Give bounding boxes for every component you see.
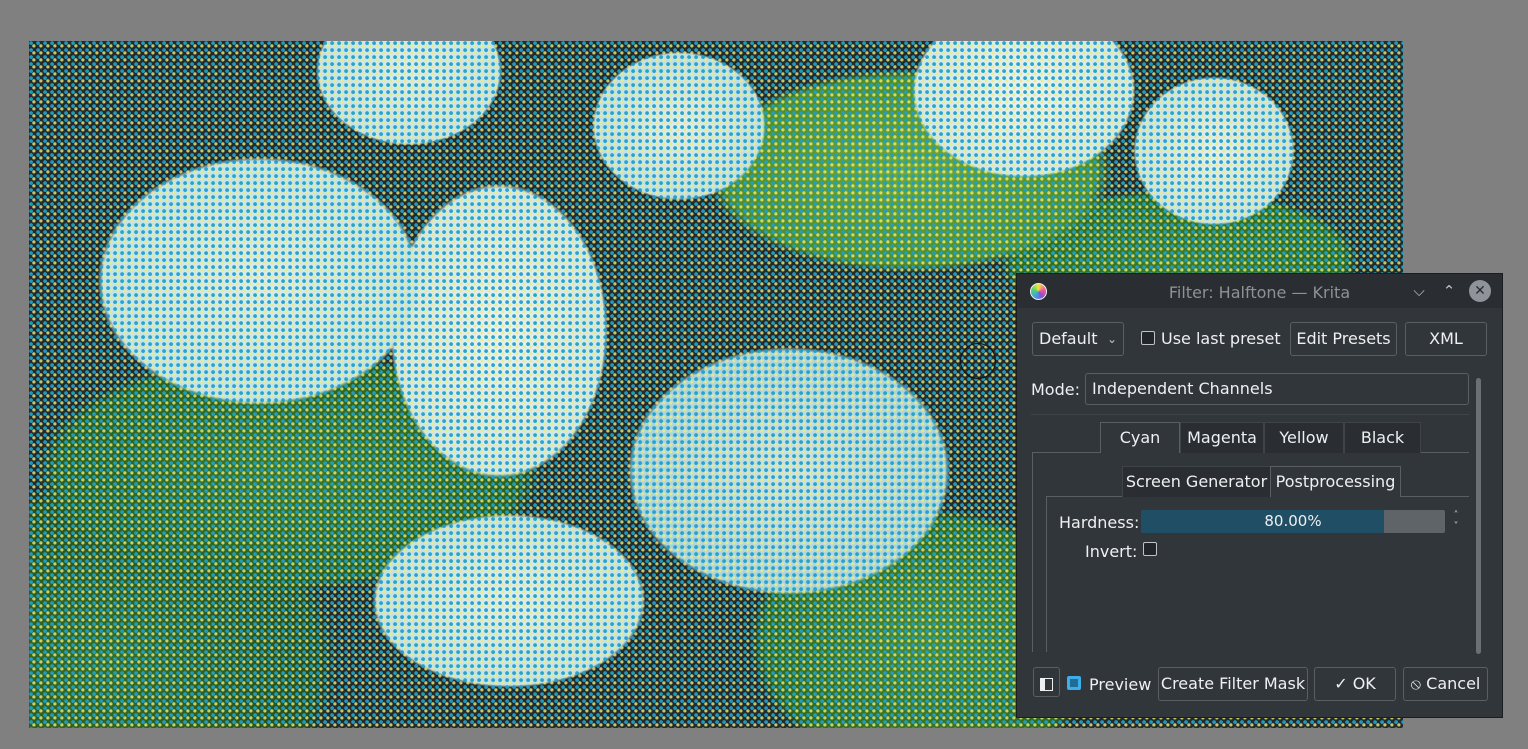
minimize-button[interactable]: ⌵ [1408,280,1430,302]
xml-button[interactable]: XML [1405,322,1487,356]
brush-cursor-icon [960,343,996,379]
hardness-label: Hardness: [1059,513,1140,532]
edit-presets-button[interactable]: Edit Presets [1290,322,1397,356]
chevron-down-icon: ⌄ [1106,332,1117,346]
create-filter-mask-button[interactable]: Create Filter Mask [1158,667,1308,701]
hardness-slider[interactable]: 80.00% [1141,510,1445,533]
panel-toggle-icon [1040,678,1053,691]
cancel-button[interactable]: ⦸ Cancel [1403,667,1488,701]
tab-screen-generator[interactable]: Screen Generator [1122,466,1271,497]
mode-label: Mode: [1031,380,1080,399]
use-last-preset-label[interactable]: Use last preset [1161,329,1281,348]
use-last-preset-checkbox[interactable] [1141,331,1155,345]
cancel-label: Cancel [1426,674,1481,693]
hardness-spin-arrows-icon[interactable]: ˄ ˅ [1449,510,1463,533]
preset-selected-value: Default [1039,329,1098,348]
mode-dropdown[interactable]: Independent Channels [1085,373,1469,405]
tab-cyan[interactable]: Cyan [1100,422,1180,453]
cancel-icon: ⦸ [1410,674,1422,693]
invert-label: Invert: [1085,542,1138,561]
tab-magenta[interactable]: Magenta [1180,422,1264,453]
preview-label[interactable]: Preview [1089,675,1151,694]
invert-checkbox[interactable] [1143,542,1157,556]
hardness-value: 80.00% [1264,512,1322,530]
ok-label: OK [1352,674,1376,693]
check-icon: ✓ [1334,674,1348,693]
dialog-titlebar[interactable]: Filter: Halftone — Krita ⌵ ⌃ ✕ [1017,274,1502,308]
sidebar-toggle-button[interactable] [1033,667,1060,697]
filter-dialog: Filter: Halftone — Krita ⌵ ⌃ ✕ Default ⌄… [1016,273,1503,718]
tab-postprocessing[interactable]: Postprocessing [1270,466,1401,497]
maximize-button[interactable]: ⌃ [1438,280,1460,302]
preview-checkbox[interactable] [1067,676,1081,690]
settings-scrollbar[interactable] [1476,378,1481,654]
tab-black[interactable]: Black [1344,422,1421,453]
ok-button[interactable]: ✓ OK [1314,667,1396,701]
separator [1031,414,1469,415]
tab-yellow[interactable]: Yellow [1264,422,1344,453]
preset-dropdown[interactable]: Default ⌄ [1032,322,1124,356]
close-button[interactable]: ✕ [1469,280,1491,302]
